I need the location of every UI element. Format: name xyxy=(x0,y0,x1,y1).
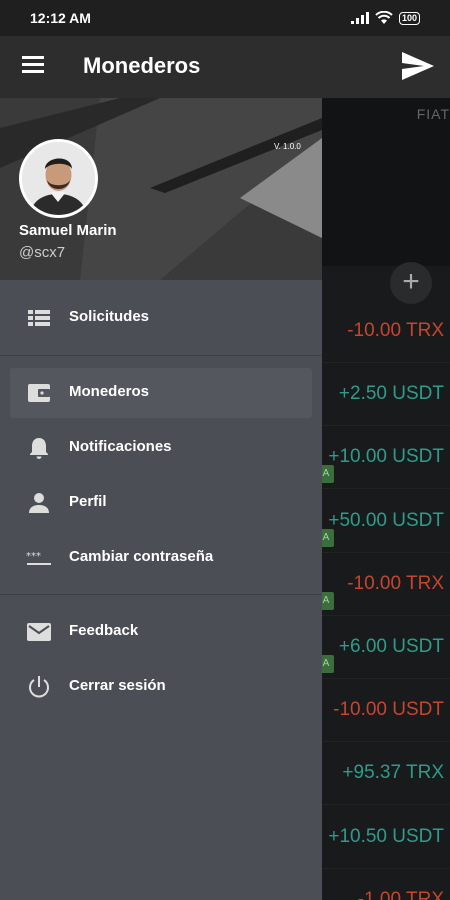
menu-item-notificaciones[interactable]: Notificaciones xyxy=(0,423,322,473)
app-title: Monederos xyxy=(83,53,201,78)
transaction-amount: +2.50 USDT xyxy=(338,383,444,405)
menu-item-feedback[interactable]: Feedback xyxy=(0,607,322,657)
navigation-drawer: V. 1.0.0 Samuel Marin @scx7 Solicitudes … xyxy=(0,98,322,900)
transaction-amount: -10.00 TRX xyxy=(347,320,444,341)
menu-item-cerrar-sesion[interactable]: Cerrar sesión xyxy=(0,662,322,712)
drawer-divider xyxy=(0,355,322,356)
bell-icon xyxy=(30,438,48,459)
fiat-tab[interactable]: FIAT xyxy=(417,106,450,122)
mail-icon xyxy=(27,623,51,641)
person-icon xyxy=(29,493,49,513)
battery-icon: 100 xyxy=(398,11,420,25)
drawer-header: V. 1.0.0 Samuel Marin @scx7 xyxy=(0,98,322,280)
status-time: 12:12 AM xyxy=(30,10,91,26)
transaction-amount: +10.50 USDT xyxy=(328,825,444,847)
transaction-amount: +10.00 USDT xyxy=(328,446,444,468)
menu-item-perfil[interactable]: Perfil xyxy=(0,478,322,528)
menu-label-cerrar-sesion: Cerrar sesión xyxy=(69,677,166,694)
menu-item-cambiar-contrasena[interactable]: *** Cambiar contraseña xyxy=(0,533,322,583)
menu-item-monederos[interactable]: Monederos xyxy=(10,368,312,418)
transaction-amount: +95.37 TRX xyxy=(342,762,444,784)
transaction-amount: +6.00 USDT xyxy=(338,636,444,657)
user-handle: @scx7 xyxy=(19,244,66,261)
power-icon xyxy=(29,676,49,698)
transaction-amount: -10.00 TRX xyxy=(347,572,444,594)
user-name: Samuel Marin xyxy=(19,222,117,239)
app-version: V. 1.0.0 xyxy=(274,142,301,151)
signal-icon xyxy=(350,12,369,24)
menu-item-solicitudes[interactable]: Solicitudes xyxy=(0,293,322,343)
app-screen: 12:12 AM 100 Monederos FIAT + -10.00 TRX… xyxy=(0,0,450,900)
menu-label-monederos: Monederos xyxy=(69,383,150,400)
menu-label-solicitudes: Solicitudes xyxy=(69,308,150,325)
app-bar: Monederos xyxy=(0,36,450,98)
wifi-icon xyxy=(375,11,393,24)
password-icon: *** xyxy=(26,551,51,565)
menu-label-perfil: Perfil xyxy=(69,493,107,510)
user-photo xyxy=(22,142,95,215)
transaction-amount: -1.00 TRX xyxy=(357,888,444,900)
svg-text:***: *** xyxy=(26,551,41,562)
avatar[interactable] xyxy=(19,139,98,218)
status-bar: 12:12 AM 100 xyxy=(0,0,450,36)
wallet-icon xyxy=(28,384,50,402)
list-icon xyxy=(28,310,50,326)
menu-label-feedback: Feedback xyxy=(69,622,139,639)
status-icons: 100 xyxy=(350,11,420,25)
hamburger-menu-icon[interactable] xyxy=(22,56,44,76)
plus-icon[interactable]: + xyxy=(390,262,432,304)
transaction-amount: +50.00 USDT xyxy=(328,509,444,531)
menu-label-cambiar-contrasena: Cambiar contraseña xyxy=(69,548,214,565)
send-icon[interactable] xyxy=(400,50,436,82)
transaction-amount: -10.00 USDT xyxy=(333,699,444,721)
drawer-divider xyxy=(0,594,322,595)
menu-label-notificaciones: Notificaciones xyxy=(69,438,172,455)
